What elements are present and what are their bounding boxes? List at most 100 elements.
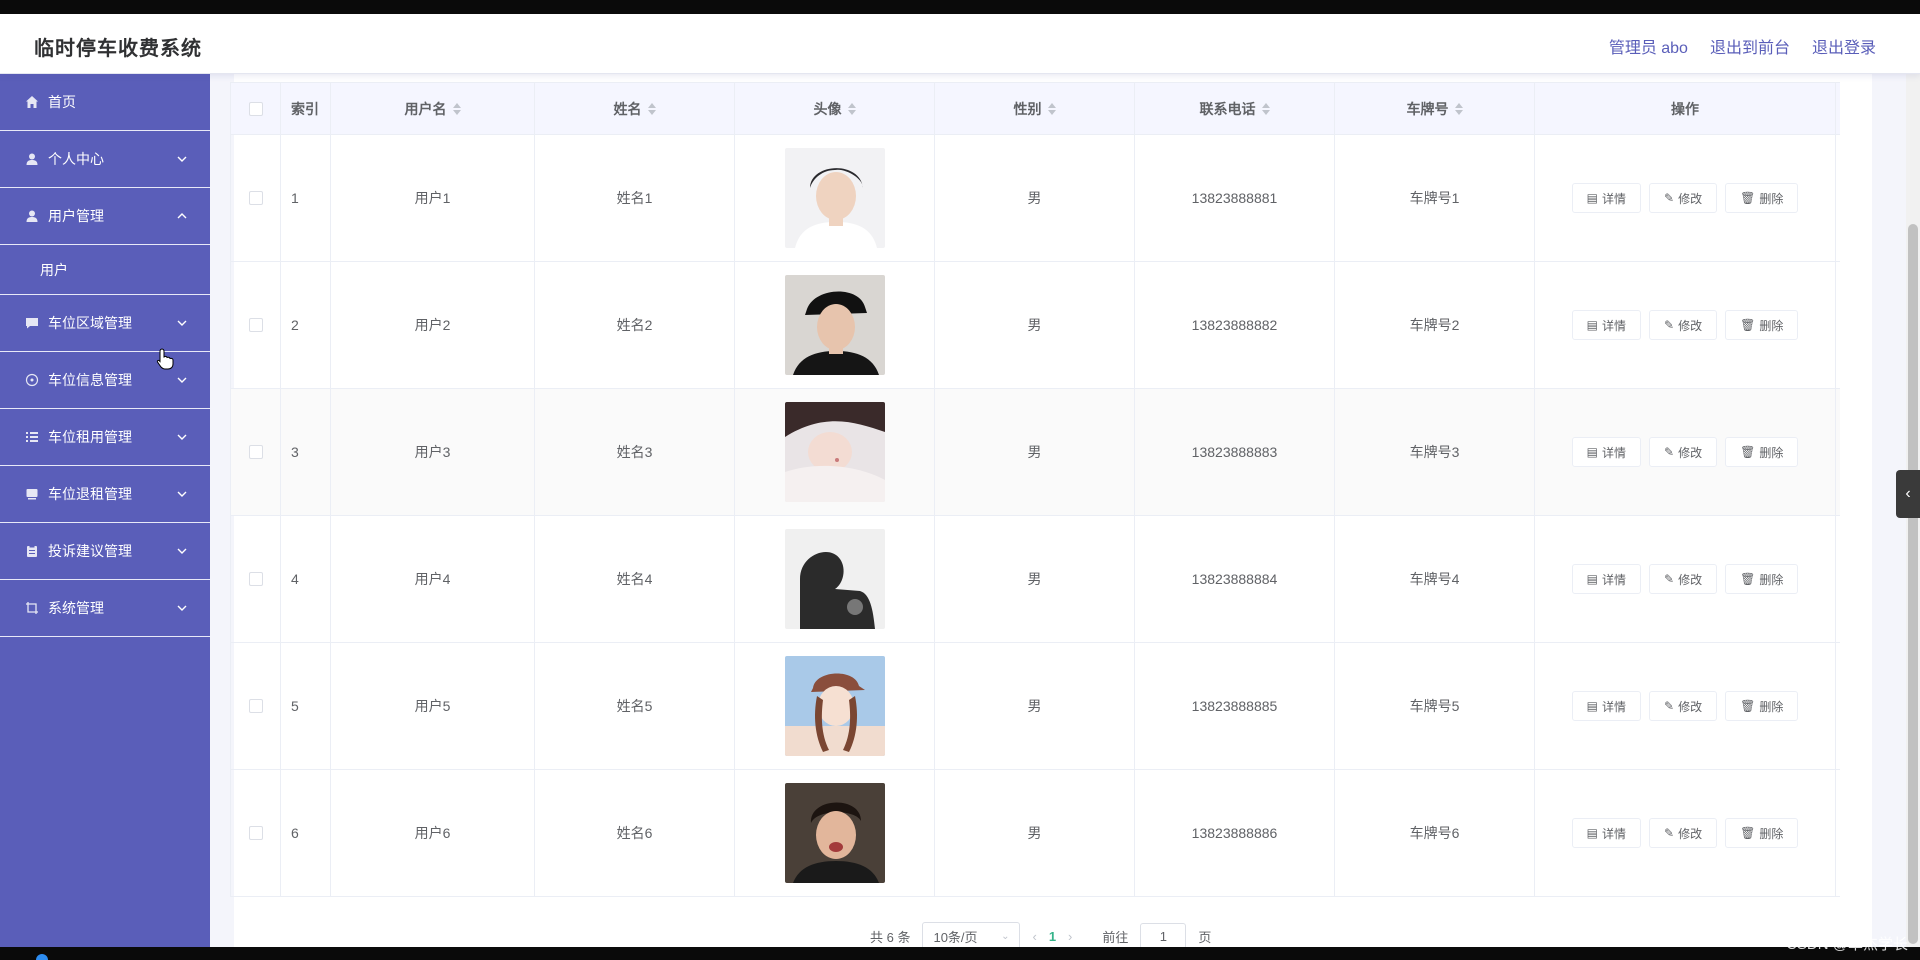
- goto-page-input[interactable]: 1: [1140, 923, 1187, 947]
- sort-icon[interactable]: [1261, 102, 1270, 115]
- cell-index: 6: [281, 770, 331, 896]
- document-icon: ▤: [1586, 699, 1598, 713]
- row-checkbox[interactable]: [248, 318, 263, 332]
- trash-icon: 🗑: [1740, 699, 1756, 713]
- column-username[interactable]: 用户名: [331, 83, 535, 134]
- edit-button[interactable]: ✎ 修改: [1649, 437, 1718, 467]
- column-name[interactable]: 姓名: [535, 83, 735, 134]
- detail-button[interactable]: ▤ 详情: [1571, 564, 1642, 594]
- cell-actions: ▤ 详情 ✎ 修改 🗑 删除: [1535, 135, 1836, 261]
- edit-button[interactable]: ✎ 修改: [1649, 310, 1718, 340]
- column-plate[interactable]: 车牌号: [1335, 83, 1535, 134]
- home-icon: [24, 94, 40, 110]
- pagination: 共 6 条 10条/页 ⌄ ‹ 1 › 前往 1 页: [870, 922, 1211, 947]
- sidebar-item-label: 系统管理: [48, 600, 104, 616]
- admin-user-link[interactable]: 管理员 abo: [1609, 34, 1688, 58]
- row-checkbox[interactable]: [248, 572, 263, 586]
- detail-button[interactable]: ▤ 详情: [1571, 310, 1642, 340]
- sidebar-item-complaints[interactable]: 投诉建议管理: [0, 523, 210, 580]
- detail-button[interactable]: ▤ 详情: [1571, 183, 1642, 213]
- pencil-icon: ✎: [1664, 191, 1675, 205]
- logout-link[interactable]: 退出登录: [1812, 34, 1876, 58]
- sidebar-item-system[interactable]: 系统管理: [0, 580, 210, 637]
- cell-actions: ▤ 详情 ✎ 修改 🗑 删除: [1535, 643, 1836, 769]
- button-label: 删除: [1759, 826, 1784, 841]
- cell-avatar: [735, 516, 935, 642]
- column-label: 车牌号: [1406, 100, 1449, 117]
- delete-button[interactable]: 🗑 删除: [1725, 437, 1799, 467]
- column-label: 姓名: [613, 100, 642, 117]
- sort-icon[interactable]: [1047, 102, 1056, 115]
- crop-icon: [24, 600, 40, 616]
- hand-cursor-icon: [156, 348, 174, 370]
- trash-icon: 🗑: [1740, 826, 1756, 840]
- row-checkbox[interactable]: [248, 191, 263, 205]
- page-number-current[interactable]: 1: [1049, 929, 1056, 944]
- button-label: 删除: [1759, 699, 1784, 714]
- exit-to-frontend-link[interactable]: 退出到前台: [1710, 34, 1790, 58]
- edit-button[interactable]: ✎ 修改: [1649, 818, 1718, 848]
- delete-button[interactable]: 🗑 删除: [1725, 564, 1799, 594]
- cell-avatar: [735, 389, 935, 515]
- column-gender[interactable]: 性别: [935, 83, 1135, 134]
- avatar-image[interactable]: [784, 783, 885, 883]
- cell-plate: 车牌号6: [1335, 770, 1535, 896]
- avatar-image[interactable]: [784, 529, 885, 629]
- cell-plate: 车牌号2: [1335, 262, 1535, 388]
- row-select-cell: [231, 643, 281, 769]
- cell-plate: 车牌号3: [1335, 389, 1535, 515]
- sidebar-item-label: 用户管理: [48, 208, 104, 224]
- sidebar-item-user-management[interactable]: 用户管理: [0, 188, 210, 245]
- avatar-image[interactable]: [784, 656, 885, 756]
- page-size-select[interactable]: 10条/页 ⌄: [922, 922, 1021, 947]
- column-label: 用户名: [404, 100, 447, 117]
- column-avatar[interactable]: 头像: [735, 83, 935, 134]
- scrollbar-thumb[interactable]: [1908, 224, 1918, 944]
- edit-button[interactable]: ✎ 修改: [1649, 183, 1718, 213]
- column-phone[interactable]: 联系电话: [1135, 83, 1335, 134]
- detail-button[interactable]: ▤ 详情: [1571, 818, 1642, 848]
- cell-username: 用户5: [331, 643, 535, 769]
- chevron-down-icon: [177, 605, 187, 611]
- avatar-image[interactable]: [784, 148, 885, 248]
- avatar-image[interactable]: [784, 402, 885, 502]
- chevron-down-icon: [177, 320, 187, 326]
- collapse-handle[interactable]: ‹: [1896, 470, 1920, 518]
- message-icon: [24, 315, 40, 331]
- sort-icon[interactable]: [1454, 102, 1463, 115]
- button-label: 详情: [1602, 445, 1627, 460]
- select-all-checkbox[interactable]: [248, 101, 263, 116]
- avatar-image[interactable]: [784, 275, 885, 375]
- column-actions: 操作: [1535, 83, 1836, 134]
- app-window: 临时停车收费系统 管理员 abo 退出到前台 退出登录 首页 个人中心 用户管理: [0, 14, 1920, 947]
- select-all-cell: [231, 83, 281, 134]
- sidebar: 首页 个人中心 用户管理 用户 车位区域管理 车位信息管理 车位租用管理 车位退…: [0, 74, 210, 947]
- sort-icon[interactable]: [847, 102, 856, 115]
- edit-button[interactable]: ✎ 修改: [1649, 691, 1718, 721]
- sidebar-item-parking-area[interactable]: 车位区域管理: [0, 295, 210, 352]
- row-checkbox[interactable]: [248, 445, 263, 459]
- sort-icon[interactable]: [452, 102, 461, 115]
- row-checkbox[interactable]: [248, 826, 263, 840]
- sidebar-item-parking-info[interactable]: 车位信息管理: [0, 352, 210, 409]
- sidebar-item-parking-rental[interactable]: 车位租用管理: [0, 409, 210, 466]
- sidebar-subitem-users[interactable]: 用户: [0, 245, 210, 295]
- edit-button[interactable]: ✎ 修改: [1649, 564, 1718, 594]
- row-checkbox[interactable]: [248, 699, 263, 713]
- cell-index: 5: [281, 643, 331, 769]
- table-row: 3 用户3 姓名3 男 13823888883 车牌号3 ▤ 详情 ✎ 修改 🗑 删除: [231, 389, 1840, 516]
- delete-button[interactable]: 🗑 删除: [1725, 818, 1799, 848]
- sidebar-item-home[interactable]: 首页: [0, 74, 210, 131]
- detail-button[interactable]: ▤ 详情: [1571, 437, 1642, 467]
- sidebar-item-parking-return[interactable]: 车位退租管理: [0, 466, 210, 523]
- detail-button[interactable]: ▤ 详情: [1571, 691, 1642, 721]
- next-page-icon[interactable]: ›: [1068, 929, 1072, 944]
- sort-icon[interactable]: [647, 102, 656, 115]
- delete-button[interactable]: 🗑 删除: [1725, 310, 1799, 340]
- delete-button[interactable]: 🗑 删除: [1725, 691, 1799, 721]
- top-bar: 临时停车收费系统 管理员 abo 退出到前台 退出登录: [0, 14, 1920, 74]
- sidebar-item-label: 个人中心: [48, 151, 104, 167]
- sidebar-item-personal-center[interactable]: 个人中心: [0, 131, 210, 188]
- delete-button[interactable]: 🗑 删除: [1725, 183, 1799, 213]
- prev-page-icon[interactable]: ‹: [1032, 929, 1036, 944]
